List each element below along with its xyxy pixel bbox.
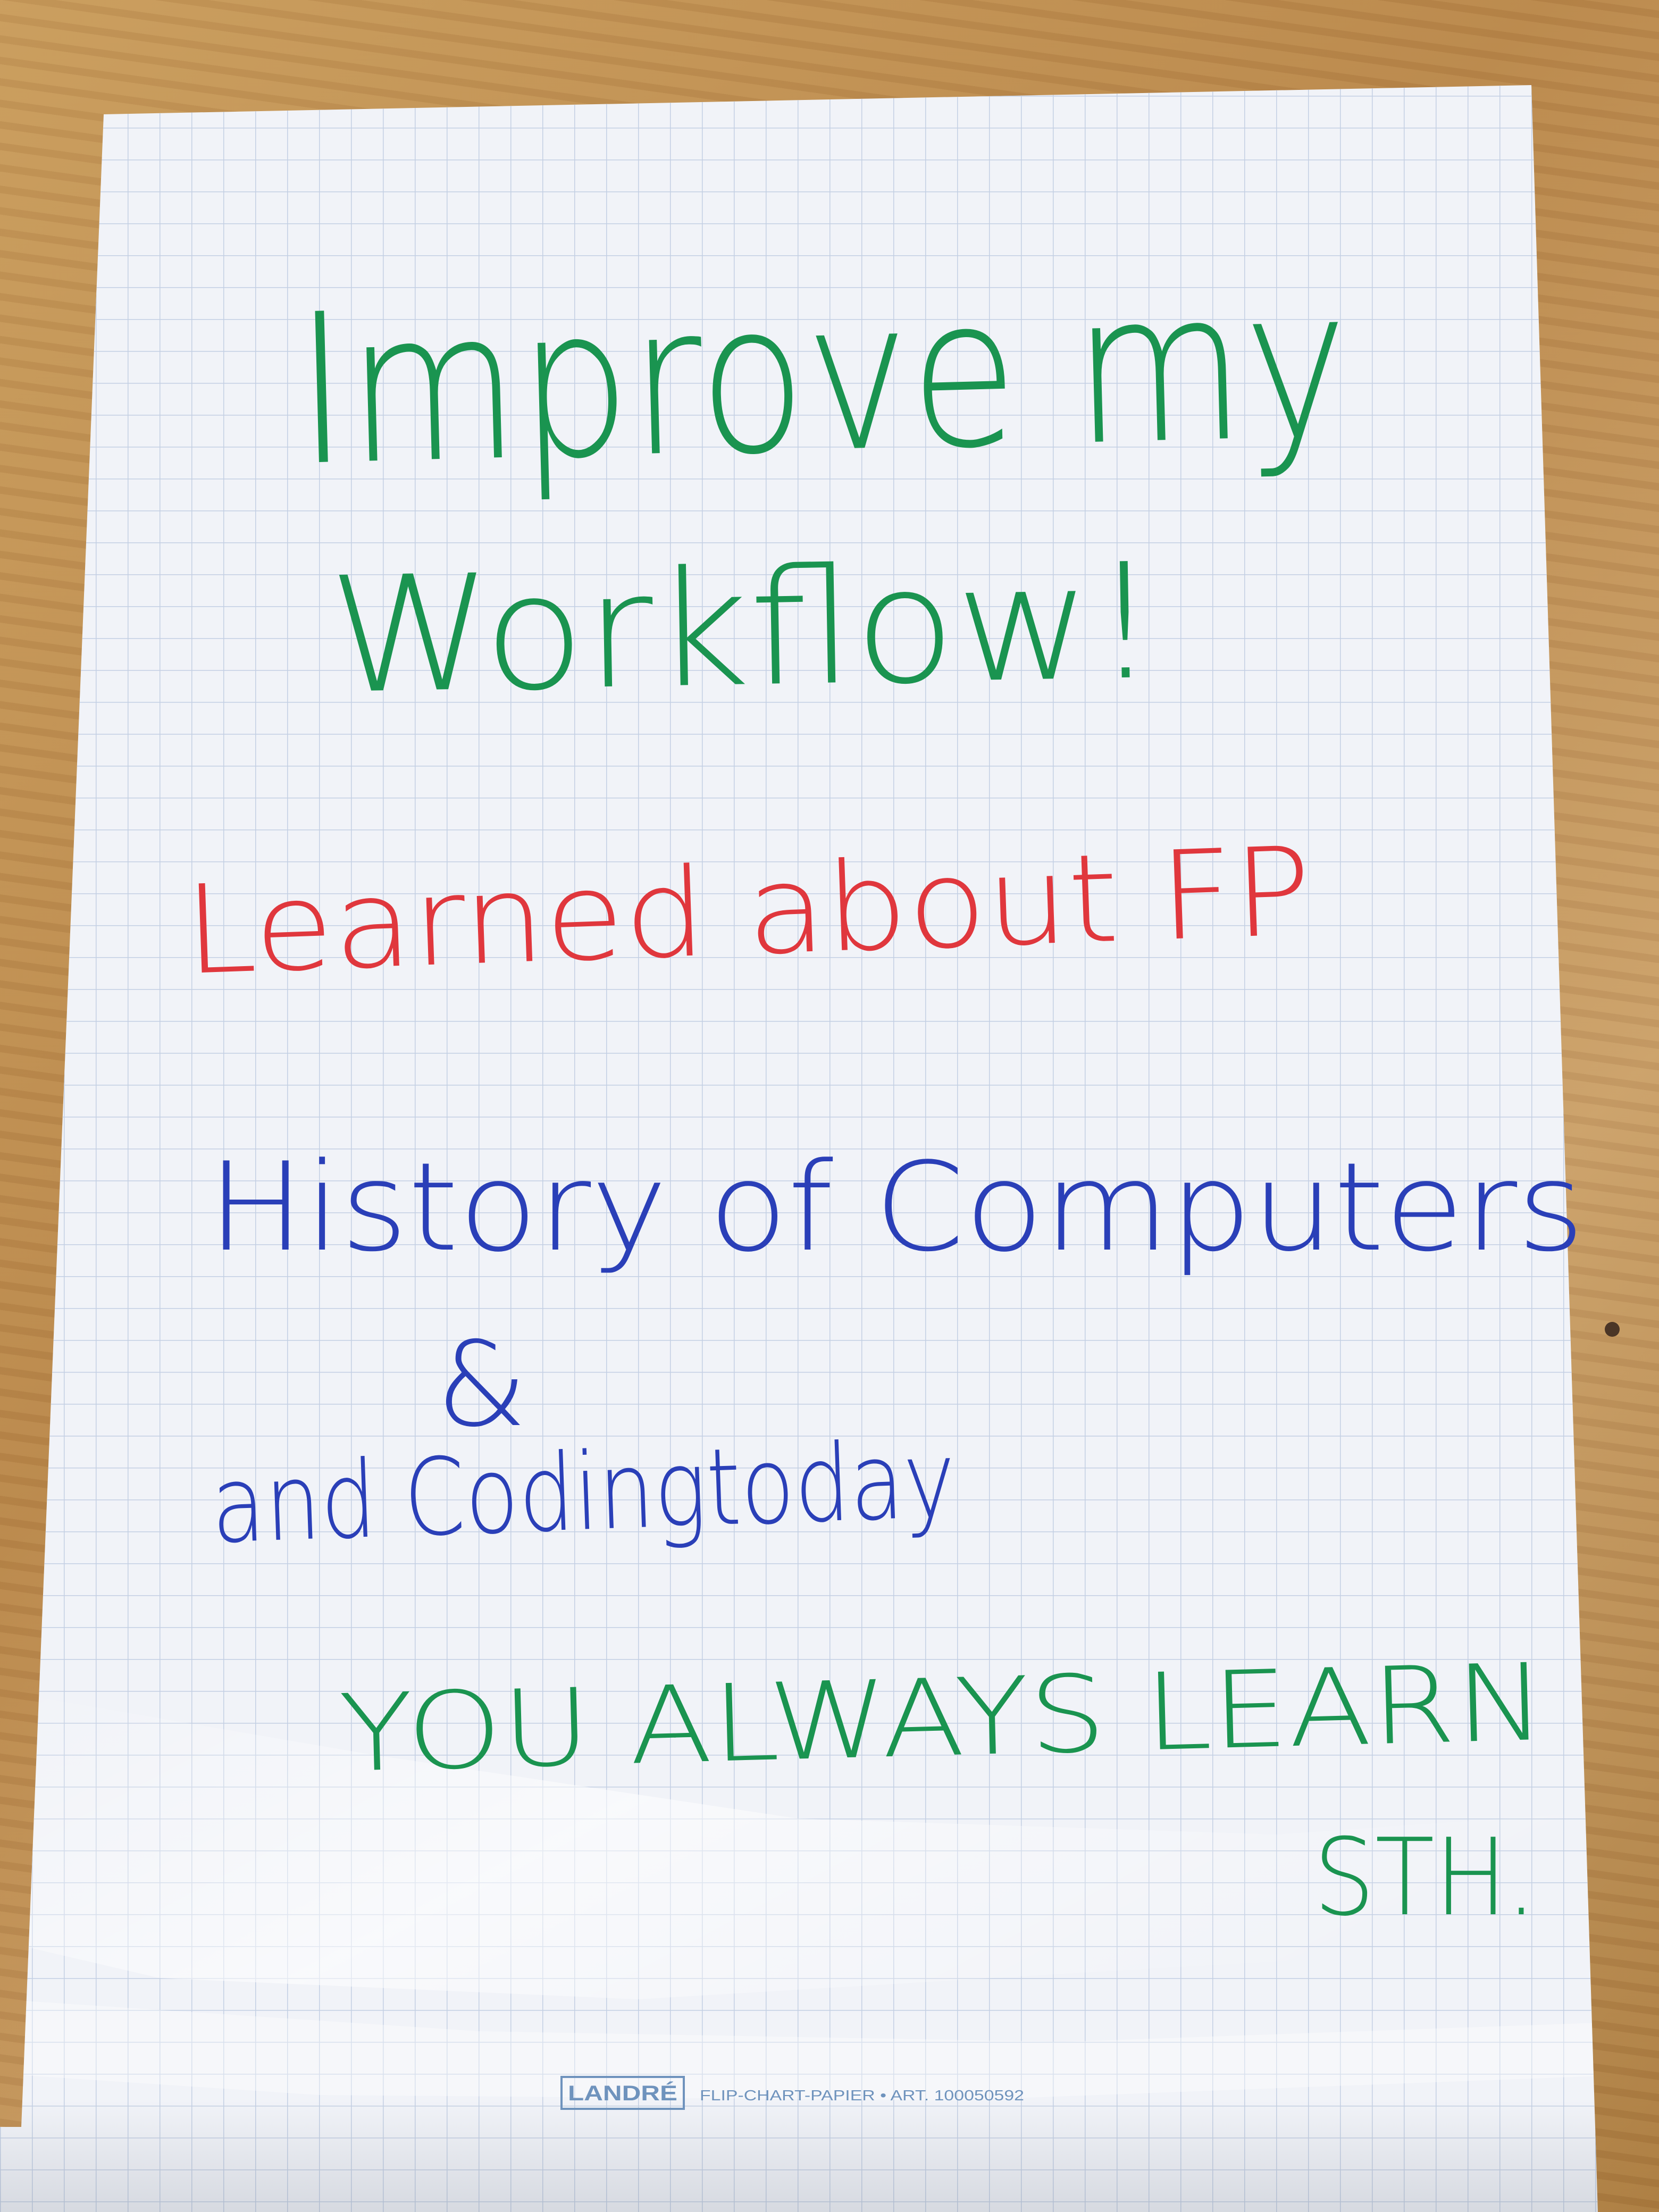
product-code: FLIP-CHART-PAPIER • ART. 100050592	[700, 2087, 1024, 2104]
line-history-of-computers: History of Computers	[207, 1137, 1585, 1279]
title-line-2: Workflow!	[327, 529, 1160, 729]
title-line-1: Improve my	[293, 242, 1352, 512]
paper-shade	[0, 2100, 1598, 2212]
marker-dot	[1605, 1322, 1620, 1337]
line-sth: STH.	[1313, 1816, 1537, 1940]
photo-scene: Improve my Workflow! Learned about FP Hi…	[0, 85, 1620, 2212]
line-and-coding-today: and Codingtoday	[210, 1418, 958, 1568]
ampersand: &	[436, 1317, 527, 1453]
brand-logo: LANDRÉ	[568, 2081, 677, 2105]
